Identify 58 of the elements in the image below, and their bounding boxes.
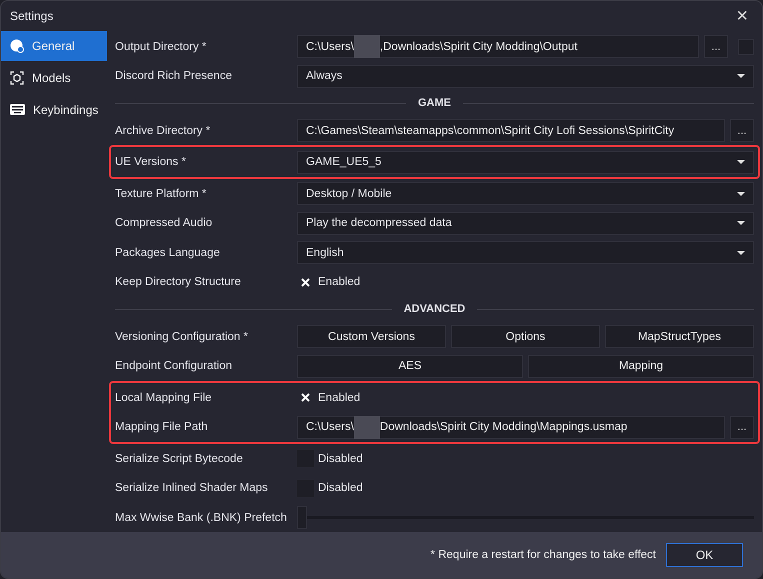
restart-note: * Require a restart for changes to take effect: [430, 549, 656, 562]
setting-label: Local Mapping File: [115, 392, 213, 404]
setting-label: Max Wwise Bank (.BNK) Prefetch: [115, 512, 288, 524]
checkbox-label: Enabled: [318, 276, 360, 288]
caret-icon: [737, 192, 745, 196]
cross-icon: [301, 278, 310, 287]
config-button[interactable]: MapStructTypes: [605, 325, 754, 348]
dropdown[interactable]: English: [297, 241, 754, 264]
config-button[interactable]: Custom Versions: [297, 325, 446, 348]
setting-label: Compressed Audio: [115, 217, 214, 230]
path-field[interactable]: C:\Games\Steam\steamapps\common\Spirit City Lofi Sessions\SpiritCity: [297, 119, 725, 142]
setting-label: Serialize Inlined Shader Maps: [115, 482, 269, 494]
caret-icon: [737, 74, 745, 78]
close-button[interactable]: ×: [732, 6, 752, 26]
slider-thumb[interactable]: [297, 506, 307, 530]
checkbox-label: Enabled: [318, 392, 360, 404]
dropdown[interactable]: Always: [297, 64, 754, 88]
config-button[interactable]: Options: [451, 325, 600, 348]
setting-label: Versioning Configuration *: [115, 330, 249, 343]
sidebar-item[interactable]: General: [1, 30, 107, 61]
setting-label: Endpoint Configuration: [115, 360, 233, 372]
caret-icon: [737, 250, 745, 255]
checkbox-label: Disabled: [318, 482, 363, 494]
section-heading: GAME: [418, 97, 451, 110]
keyboard-icon: [10, 104, 25, 116]
setting-label: Keep Directory Structure: [115, 276, 242, 288]
sidebar-item[interactable]: Keybindings: [1, 94, 107, 125]
sidebar-item[interactable]: Models: [1, 62, 107, 93]
caret-icon: [737, 221, 745, 226]
setting-label: Mapping File Path: [115, 421, 209, 434]
cube-icon: [10, 70, 24, 85]
window-title: Settings: [10, 8, 54, 23]
browse-button[interactable]: ...: [704, 35, 728, 58]
ok-button[interactable]: OK: [666, 543, 743, 568]
config-button[interactable]: AES: [297, 354, 523, 378]
path-field[interactable]: C:\Users\ Downloads\Spirit City Modding\Mappings.usmap: [297, 416, 725, 439]
browse-button[interactable]: ...: [730, 119, 754, 142]
browse-button[interactable]: ...: [730, 416, 754, 439]
setting-label: UE Versions *: [115, 156, 187, 168]
dropdown[interactable]: Play the decompressed data: [297, 212, 754, 235]
setting-label: Output Directory *: [115, 40, 208, 53]
section-heading: ADVANCED: [404, 303, 466, 316]
setting-label: Serialize Script Bytecode: [115, 452, 244, 465]
setting-label: Packages Language: [115, 246, 221, 259]
dropdown[interactable]: Desktop / Mobile: [297, 182, 754, 206]
cross-icon: [301, 393, 310, 402]
setting-label: Texture Platform *: [115, 188, 208, 200]
config-button[interactable]: Mapping: [528, 354, 754, 378]
setting-label: Archive Directory *: [115, 124, 212, 137]
sidebar-label: General: [32, 38, 75, 53]
dropdown[interactable]: GAME_UE5_5: [297, 150, 754, 174]
sidebar-label: Keybindings: [33, 102, 98, 117]
sidebar-label: Models: [32, 70, 71, 85]
caret-icon: [737, 160, 745, 164]
slider-track[interactable]: [297, 506, 754, 530]
path-field[interactable]: C:\Users\ ,Downloads\Spirit City Modding\Output: [297, 35, 699, 58]
setting-label: Discord Rich Presence: [115, 70, 233, 82]
checkbox-label: Disabled: [318, 452, 363, 465]
